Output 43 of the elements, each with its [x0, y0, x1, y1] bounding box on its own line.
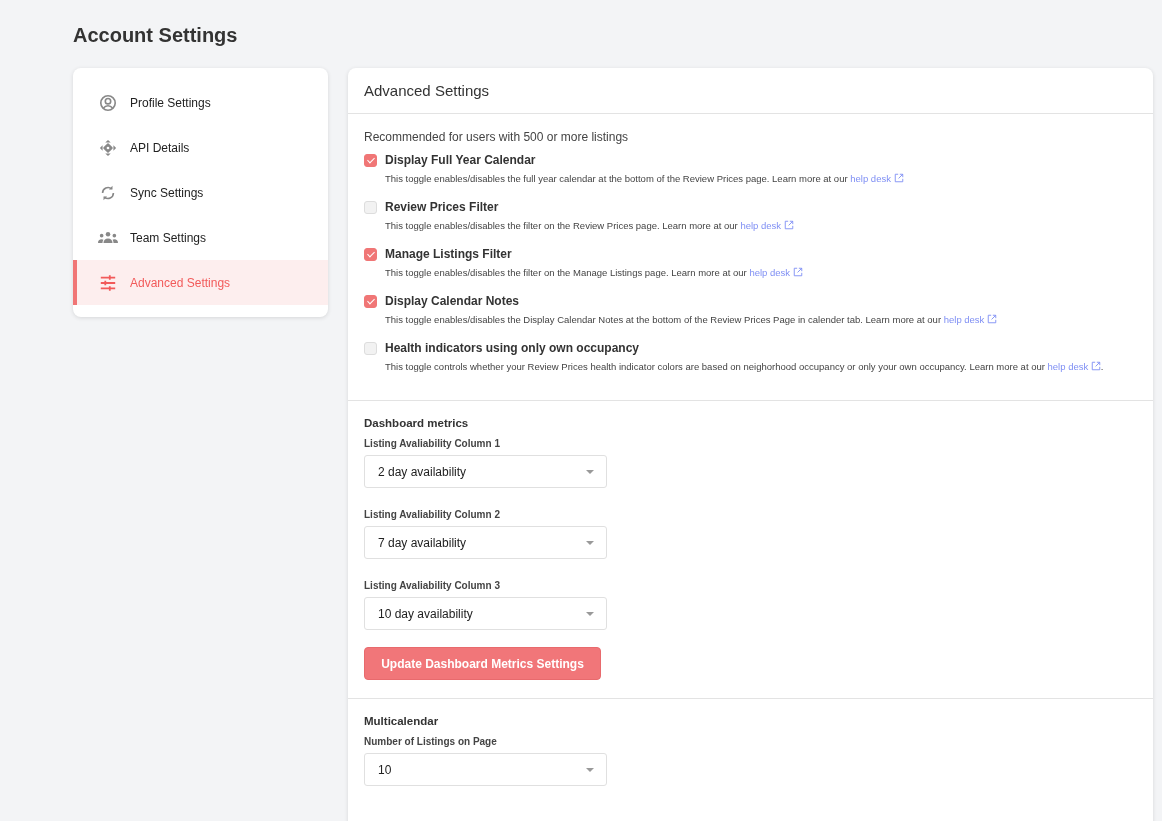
- select-field[interactable]: 10 day availability: [364, 597, 607, 630]
- field-label: Number of Listings on Page: [364, 736, 498, 747]
- select-field[interactable]: 2 day availability: [364, 455, 607, 488]
- toggle-description: This toggle enables/disables the Display Calendar Notes at the bottom of the Review Prices Page in calender tab. Learn more at our help desk: [385, 313, 997, 327]
- select-field[interactable]: 10: [364, 753, 607, 786]
- toggle-description: This toggle controls whether your Review Prices health indicator colors are based on neighorhood occupancy or only your own occupancy. Learn more at our help desk .: [385, 360, 1104, 374]
- select-field[interactable]: 7 day availability: [364, 526, 607, 559]
- user-circle-icon: [98, 93, 118, 112]
- checkbox[interactable]: [364, 154, 377, 167]
- panel-title: Advanced Settings: [348, 68, 1153, 114]
- field-label: Listing Avaliability Column 1: [364, 438, 501, 449]
- toggle-description: This toggle enables/disables the filter on the Manage Listings page. Learn more at our help desk: [385, 266, 803, 280]
- external-link-icon[interactable]: [792, 267, 803, 277]
- toggle-label: Display Calendar Notes: [385, 294, 521, 308]
- external-link-icon[interactable]: [783, 220, 794, 230]
- diamond-arrows-icon: [98, 138, 118, 157]
- team-icon: [98, 231, 118, 244]
- toggle-label: Manage Listings Filter: [385, 247, 513, 261]
- checkbox[interactable]: [364, 295, 377, 308]
- external-link-icon[interactable]: [893, 173, 904, 183]
- sidebar-item[interactable]: Profile Settings: [73, 80, 328, 125]
- toggle-description: This toggle enables/disables the filter on the Review Prices page. Learn more at our help desk: [385, 219, 794, 233]
- sidebar-item[interactable]: Team Settings: [73, 215, 328, 260]
- sidebar-item[interactable]: API Details: [73, 125, 328, 170]
- external-link-icon[interactable]: [987, 314, 997, 324]
- external-link-icon[interactable]: [1090, 361, 1101, 371]
- section-title: Multicalendar: [364, 715, 440, 727]
- toggle-label: Health indicators using only own occupancy: [385, 341, 641, 355]
- page-title: Account Settings: [73, 23, 239, 48]
- toggle-label: Review Prices Filter: [385, 200, 500, 214]
- caret-icon: [586, 540, 594, 545]
- toggle-description: This toggle enables/disables the full year calendar at the bottom of the Review Prices page. Learn more at our help desk: [385, 172, 904, 186]
- checkbox[interactable]: [364, 248, 377, 261]
- caret-icon: [586, 767, 594, 772]
- toggle-label: Display Full Year Calendar: [385, 153, 537, 167]
- intro-text: Recommended for users with 500 or more listings: [364, 130, 630, 144]
- caret-icon: [586, 469, 594, 474]
- caret-icon: [586, 611, 594, 616]
- sliders-icon: [98, 273, 118, 292]
- field-label: Listing Avaliability Column 2: [364, 509, 501, 520]
- sidebar-item[interactable]: Sync Settings: [73, 170, 328, 215]
- section-title: Dashboard metrics: [364, 417, 470, 429]
- field-label: Listing Avaliability Column 3: [364, 580, 501, 591]
